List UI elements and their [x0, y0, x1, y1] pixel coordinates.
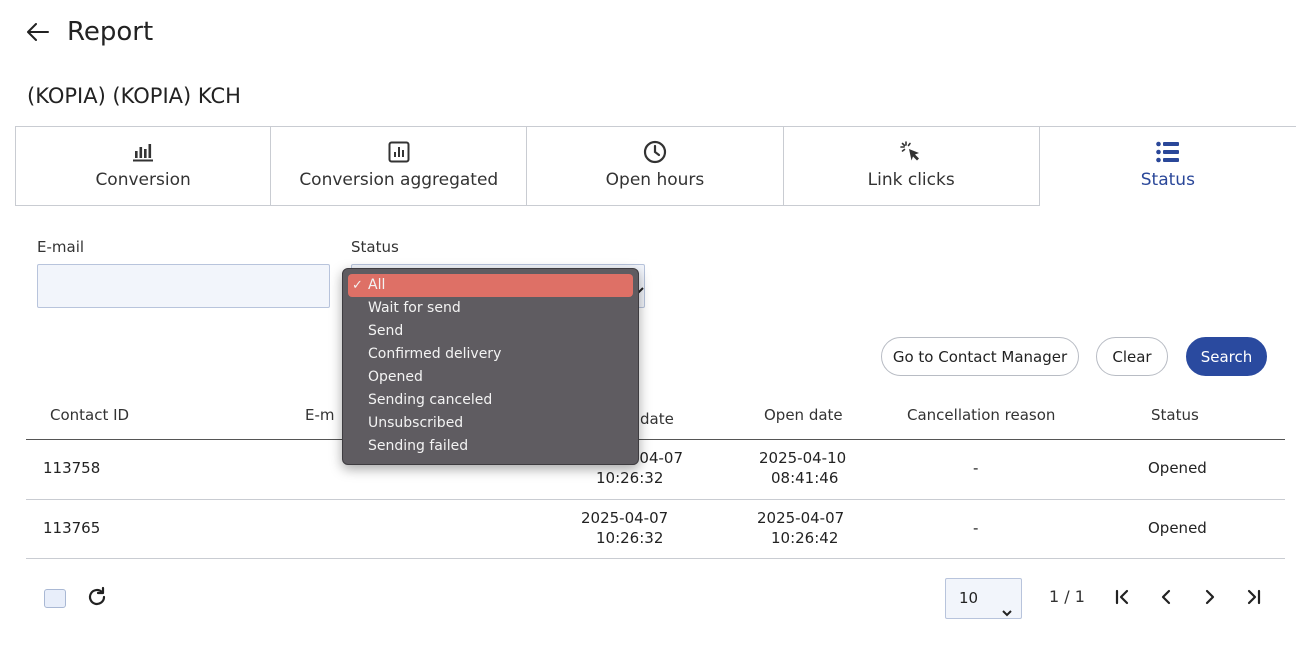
- row-divider: [26, 558, 1285, 559]
- cell-cancellation-reason: -: [973, 519, 979, 537]
- status-option-sending-canceled[interactable]: Sending canceled: [348, 389, 633, 412]
- tab-status[interactable]: Status: [1039, 127, 1296, 206]
- column-header-contact-id: Contact ID: [50, 406, 130, 424]
- go-to-contact-manager-button[interactable]: Go to Contact Manager: [881, 337, 1079, 376]
- cell-open-time: 10:26:42: [771, 529, 839, 547]
- option-label: Unsubscribed: [368, 415, 464, 431]
- cell-send-date: 2025-04-07: [581, 509, 669, 527]
- cell-send-date: -04-07: [634, 449, 683, 467]
- page-size-select[interactable]: 10: [945, 578, 1022, 619]
- tab-label: Conversion aggregated: [299, 170, 499, 190]
- page-title: Report: [67, 17, 154, 47]
- table-header-divider: [26, 439, 1285, 440]
- chevron-down-icon: [1001, 594, 1013, 633]
- column-header-send-date: date: [640, 410, 674, 428]
- clear-button[interactable]: Clear: [1096, 337, 1168, 376]
- cursor-click-icon: [899, 140, 923, 164]
- last-page-icon: [1247, 589, 1261, 605]
- list-icon: [1156, 140, 1180, 164]
- status-option-confirmed-delivery[interactable]: Confirmed delivery: [348, 343, 633, 366]
- status-option-send[interactable]: Send: [348, 320, 633, 343]
- cell-open-time: 08:41:46: [771, 469, 839, 487]
- checkmark-icon: ✓: [352, 278, 363, 293]
- option-label: All: [368, 277, 386, 293]
- option-label: Wait for send: [368, 300, 461, 316]
- cell-open-date: 2025-04-07: [757, 509, 845, 527]
- column-header-open-date: Open date: [764, 406, 843, 424]
- first-page-button[interactable]: [1110, 585, 1134, 609]
- cell-send-time: 10:26:32: [596, 529, 664, 547]
- row-divider: [26, 499, 1285, 500]
- column-header-cancellation-reason: Cancellation reason: [907, 406, 1056, 424]
- cell-send-time: 10:26:32: [596, 469, 664, 487]
- tab-open-hours[interactable]: Open hours: [527, 127, 784, 206]
- tab-label: Conversion: [95, 170, 191, 190]
- next-page-button[interactable]: [1198, 585, 1222, 609]
- column-header-email: E-m: [305, 406, 335, 424]
- option-label: Confirmed delivery: [368, 346, 502, 362]
- cell-contact-id: 113758: [43, 459, 101, 477]
- first-page-icon: [1115, 589, 1129, 605]
- status-option-wait-for-send[interactable]: Wait for send: [348, 297, 633, 320]
- tab-conversion[interactable]: Conversion: [15, 127, 272, 206]
- last-page-button[interactable]: [1242, 585, 1266, 609]
- page-info: 1 / 1: [1049, 587, 1085, 606]
- chevron-right-icon: [1205, 589, 1215, 605]
- status-option-unsubscribed[interactable]: Unsubscribed: [348, 412, 633, 435]
- page-header: Report: [24, 14, 153, 50]
- status-dropdown-menu: ✓ All Wait for send Send Confirmed deliv…: [342, 268, 639, 465]
- status-label: Status: [351, 238, 399, 256]
- search-button[interactable]: Search: [1186, 337, 1267, 376]
- status-option-opened[interactable]: Opened: [348, 366, 633, 389]
- back-button[interactable]: [24, 14, 52, 50]
- tab-label: Link clicks: [867, 170, 955, 190]
- tab-link-clicks[interactable]: Link clicks: [783, 127, 1040, 206]
- refresh-button[interactable]: [85, 585, 109, 609]
- arrow-left-icon: [27, 23, 49, 41]
- status-option-all[interactable]: ✓ All: [348, 274, 633, 297]
- cell-status: Opened: [1148, 459, 1207, 477]
- email-label: E-mail: [37, 238, 85, 256]
- cell-status: Opened: [1148, 519, 1207, 537]
- refresh-icon: [88, 586, 106, 606]
- report-tabs: Conversion Conversion aggregated Open ho…: [15, 126, 1296, 206]
- cell-contact-id: 113765: [43, 519, 101, 537]
- campaign-name: (KOPIA) (KOPIA) KCH: [27, 84, 241, 108]
- chevron-left-icon: [1161, 589, 1171, 605]
- status-option-sending-failed[interactable]: Sending failed: [348, 435, 633, 458]
- option-label: Send: [368, 323, 404, 339]
- bar-chart-icon: [131, 140, 155, 164]
- column-header-status: Status: [1151, 406, 1199, 424]
- chart-box-icon: [387, 140, 411, 164]
- select-all-checkbox[interactable]: [44, 589, 66, 608]
- email-field[interactable]: [37, 264, 330, 308]
- previous-page-button[interactable]: [1154, 585, 1178, 609]
- cell-cancellation-reason: -: [973, 459, 979, 477]
- option-label: Sending failed: [368, 438, 469, 454]
- cell-open-date: 2025-04-10: [759, 449, 847, 467]
- tab-label: Open hours: [605, 170, 705, 190]
- tab-label: Status: [1140, 170, 1195, 190]
- option-label: Sending canceled: [368, 392, 493, 408]
- clock-icon: [643, 140, 667, 164]
- tab-conversion-aggregated[interactable]: Conversion aggregated: [271, 127, 528, 206]
- option-label: Opened: [368, 369, 423, 385]
- page-size-value: 10: [959, 589, 979, 607]
